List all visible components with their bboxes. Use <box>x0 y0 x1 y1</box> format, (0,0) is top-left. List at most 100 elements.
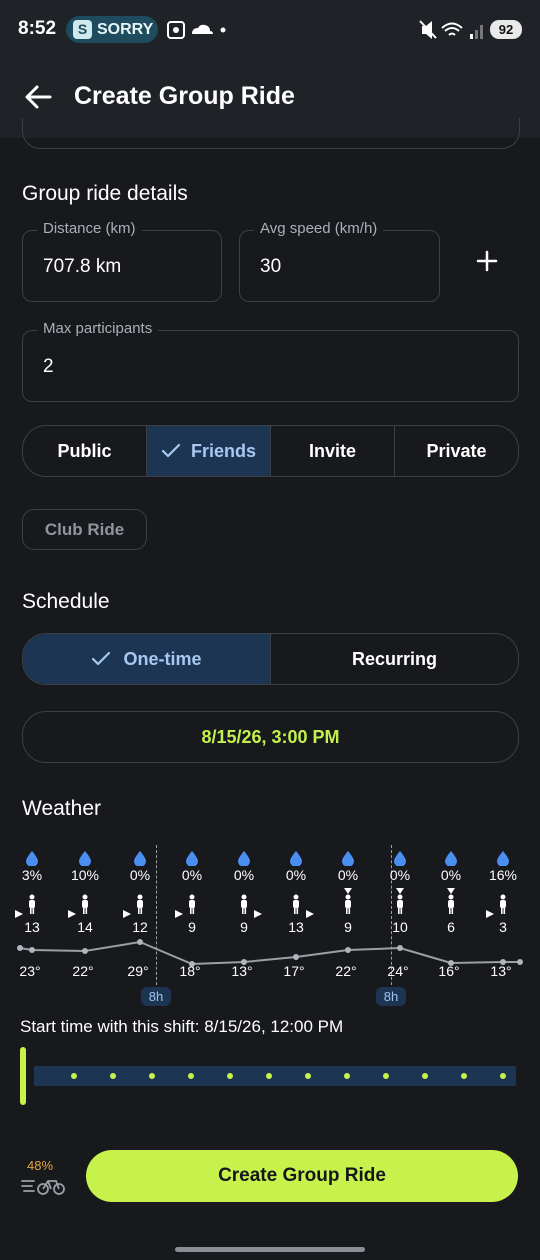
visibility-invite[interactable]: Invite <box>271 426 395 476</box>
shift-step-dot[interactable] <box>305 1073 311 1079</box>
cyclist-wind-icon <box>500 894 506 914</box>
wind-direction-icon <box>15 910 23 918</box>
shift-step-dot[interactable] <box>227 1073 233 1079</box>
weather-hour: 0% 6 16° <box>431 840 471 980</box>
shift-step-dot[interactable] <box>461 1073 467 1079</box>
avg-speed-label: Avg speed (km/h) <box>254 220 384 237</box>
visibility-private[interactable]: Private <box>395 426 518 476</box>
temperature-value: 13° <box>231 963 253 979</box>
rain-chance: 0% <box>181 867 203 883</box>
shift-step-dot[interactable] <box>110 1073 116 1079</box>
wind-direction-icon <box>344 888 352 894</box>
status-icons-right <box>419 20 483 39</box>
app-badge-label: SORRY <box>97 21 154 38</box>
raindrop-icon <box>290 851 302 866</box>
shift-slider-track[interactable] <box>34 1066 516 1086</box>
weather-hour: 16% 3 13° <box>483 840 523 980</box>
wind-speed: 3 <box>499 919 507 935</box>
wifi-icon <box>441 22 463 36</box>
schedule-one-time[interactable]: One-time <box>23 634 271 684</box>
weather-hour: 10% 14 22° <box>65 840 105 980</box>
cloud-icon <box>192 24 213 34</box>
weather-hour: 0% 13 17° <box>276 840 316 980</box>
shift-marker-badge: 8h <box>141 987 171 1006</box>
shift-step-dot[interactable] <box>71 1073 77 1079</box>
start-datetime-button[interactable]: 8/15/26, 3:00 PM <box>22 711 519 763</box>
wind-speed: 10 <box>392 919 408 935</box>
shift-step-dot[interactable] <box>344 1073 350 1079</box>
temperature-value: 22° <box>72 963 94 979</box>
wind-speed: 6 <box>447 919 455 935</box>
wind-speed: 9 <box>188 919 196 935</box>
status-time: 8:52 <box>18 18 57 39</box>
shift-slider-handle[interactable] <box>20 1047 26 1105</box>
shift-step-dot[interactable] <box>266 1073 272 1079</box>
rain-chance: 0% <box>337 867 359 883</box>
group-ride-details-heading: Group ride details <box>22 182 188 205</box>
cyclist-wind-icon <box>29 894 35 914</box>
rain-chance: 0% <box>389 867 411 883</box>
raindrop-icon <box>238 851 250 866</box>
wind-speed: 9 <box>344 919 352 935</box>
temperature-value: 24° <box>387 963 409 979</box>
cyclist-wind-icon <box>397 894 403 914</box>
shift-step-dot[interactable] <box>422 1073 428 1079</box>
club-ride-chip[interactable]: Club Ride <box>22 509 147 550</box>
avg-speed-value[interactable]: 30 <box>260 256 281 278</box>
rain-chance: 0% <box>285 867 307 883</box>
raindrop-icon <box>497 851 509 866</box>
shift-step-dot[interactable] <box>188 1073 194 1079</box>
raindrop-icon <box>134 851 146 866</box>
temperature-value: 23° <box>19 963 41 979</box>
previous-field-edge <box>22 118 520 149</box>
weather-hour: 0% 12 29° <box>120 840 160 980</box>
visibility-public[interactable]: Public <box>23 426 147 476</box>
raindrop-icon <box>186 851 198 866</box>
wind-direction-icon <box>175 910 183 918</box>
shift-step-dot[interactable] <box>383 1073 389 1079</box>
wind-speed: 14 <box>77 919 93 935</box>
cyclist-wind-icon <box>137 894 143 914</box>
wind-direction-icon <box>447 888 455 894</box>
weather-hour: 0% 10 24° <box>380 840 420 980</box>
weather-hour: 0% 9 18° <box>172 840 212 980</box>
temperature-value: 22° <box>335 963 357 979</box>
shift-marker-badge: 8h <box>376 987 406 1006</box>
wind-speed: 12 <box>132 919 148 935</box>
arrow-left-icon[interactable] <box>24 84 52 110</box>
weather-strip: 8h 8h 3% 13 23° 10% 14 22° 0% 12 29° 0% 9 18° 0% 9 13°… <box>0 840 540 1010</box>
cyclist-wind-icon <box>448 894 454 914</box>
visibility-friends[interactable]: Friends <box>147 426 271 476</box>
home-indicator[interactable] <box>175 1247 365 1252</box>
weather-hour: 3% 13 23° <box>12 840 52 980</box>
max-participants-field[interactable]: Max participants 2 <box>22 320 519 402</box>
app-badge-icon: S <box>73 20 92 39</box>
shift-step-dot[interactable] <box>500 1073 506 1079</box>
avg-speed-field[interactable]: Avg speed (km/h) 30 <box>239 220 440 302</box>
wind-direction-icon <box>254 910 262 918</box>
cyclist-wind-icon <box>241 894 247 914</box>
wind-direction-icon <box>396 888 404 894</box>
check-icon <box>92 651 111 666</box>
plus-icon[interactable] <box>476 250 498 272</box>
weather-heading: Weather <box>22 797 101 820</box>
distance-value[interactable]: 707.8 km <box>43 256 121 278</box>
shift-step-dot[interactable] <box>149 1073 155 1079</box>
schedule-recurring[interactable]: Recurring <box>271 634 518 684</box>
create-group-ride-button[interactable]: Create Group Ride <box>86 1150 518 1202</box>
weather-hour: 0% 9 22° <box>328 840 368 980</box>
wind-direction-icon <box>123 910 131 918</box>
max-participants-value[interactable]: 2 <box>43 356 54 378</box>
wind-direction-icon <box>68 910 76 918</box>
rain-chance: 0% <box>233 867 255 883</box>
schedule-heading: Schedule <box>22 590 110 613</box>
raindrop-icon <box>79 851 91 866</box>
wind-speed: 9 <box>240 919 248 935</box>
cyclist-wind-icon <box>345 894 351 914</box>
distance-label: Distance (km) <box>37 220 142 237</box>
distance-field[interactable]: Distance (km) 707.8 km <box>22 220 222 302</box>
wind-speed: 13 <box>288 919 304 935</box>
schedule-type-selector: One-time Recurring <box>22 633 519 685</box>
app-status-badge: S SORRY <box>66 16 158 43</box>
battery-indicator: 92 <box>490 20 522 39</box>
